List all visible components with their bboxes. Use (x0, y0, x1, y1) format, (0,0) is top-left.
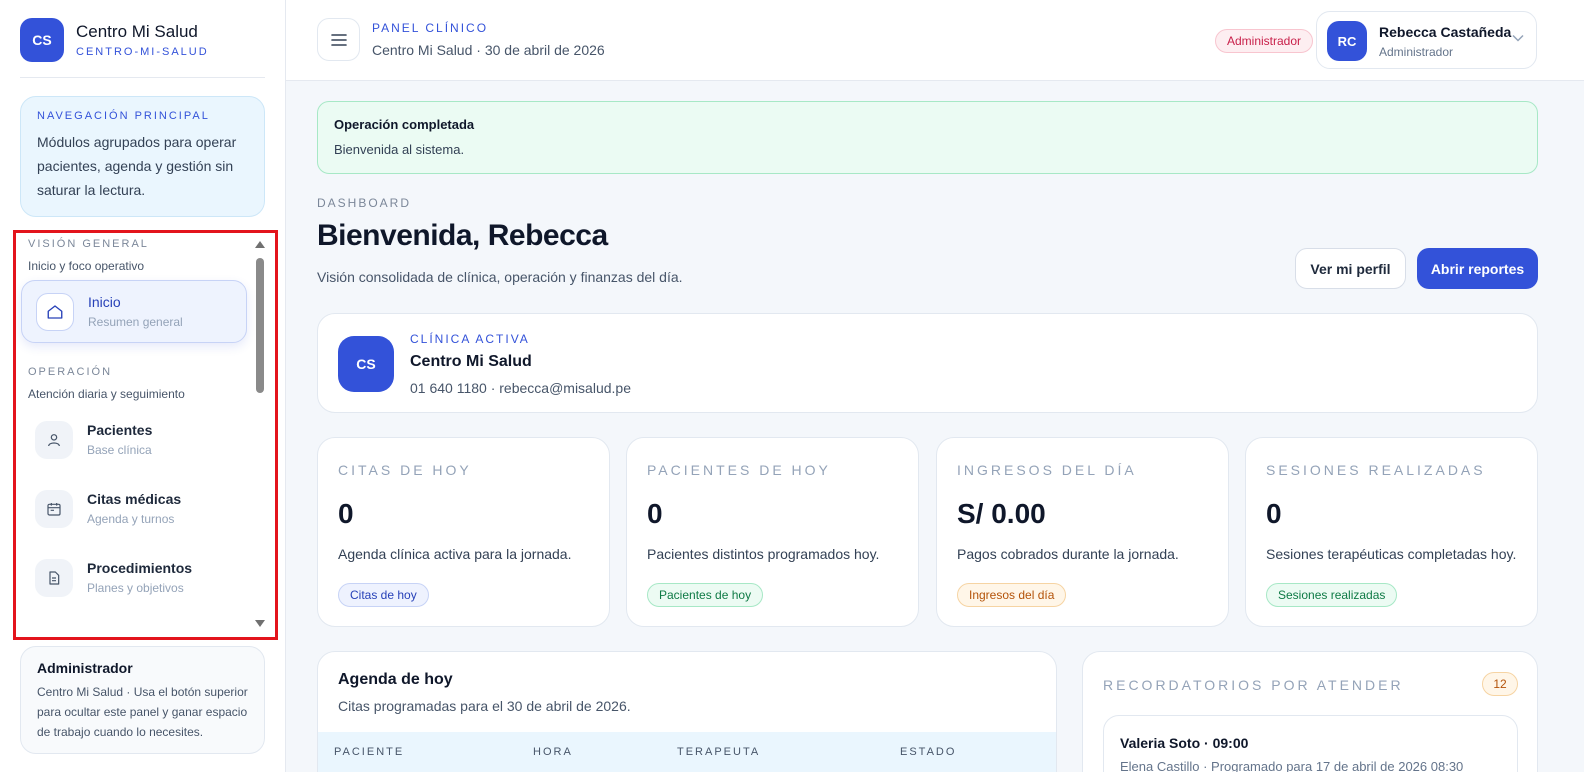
sidebar-item-sublabel: Resumen general (88, 315, 183, 329)
calendar-icon (35, 489, 73, 528)
clinic-name: Centro Mi Salud (410, 353, 532, 370)
admin-card-text: Centro Mi Salud · Usa el botón superior … (37, 685, 248, 739)
page-subtitle: Visión consolidada de clínica, operación… (317, 269, 683, 285)
column-header: HORA (533, 746, 573, 758)
stat-description: Pagos cobrados durante la jornada. (957, 546, 1179, 562)
active-clinic-card: CS CLÍNICA ACTIVA Centro Mi Salud 01 640… (317, 313, 1538, 413)
stat-value: 0 (338, 498, 354, 529)
stat-label: PACIENTES DE HOY (647, 462, 831, 478)
stat-card-citas: CITAS DE HOY 0 Agenda clínica activa par… (317, 437, 610, 627)
stat-card-pacientes: PACIENTES DE HOY 0 Pacientes distintos p… (626, 437, 919, 627)
sidebar-item-sublabel: Planes y objetivos (87, 581, 184, 595)
sidebar-item-label: Inicio (88, 294, 121, 310)
sidebar-item-next[interactable] (21, 625, 247, 641)
nav-scrollbar[interactable] (255, 239, 265, 629)
agenda-subtitle: Citas programadas para el 30 de abril de… (338, 698, 631, 714)
stat-description: Agenda clínica activa para la jornada. (338, 546, 572, 562)
nav-section-subtitle: Inicio y foco operativo (28, 259, 145, 273)
reminders-card: RECORDATORIOS POR ATENDER 12 Valeria Sot… (1082, 651, 1538, 772)
column-header: PACIENTE (334, 746, 405, 758)
clinic-contact: 01 640 1180 · rebecca@misalud.pe (410, 380, 631, 396)
role-badge: Administrador (1215, 29, 1314, 53)
document-icon (35, 558, 73, 597)
nav-info-title: NAVEGACIÓN PRINCIPAL (37, 110, 210, 122)
sidebar-item-sublabel: Base clínica (87, 443, 152, 457)
stat-card-ingresos: INGRESOS DEL DÍA S/ 0.00 Pagos cobrados … (936, 437, 1229, 627)
nav-info-text: Módulos agrupados para operar pacientes,… (37, 134, 237, 198)
sidebar-item-label: Pacientes (87, 422, 153, 438)
stat-card-sesiones: SESIONES REALIZADAS 0 Sesiones terapéuti… (1245, 437, 1538, 627)
open-reports-button[interactable]: Abrir reportes (1417, 248, 1538, 289)
user-role: Administrador (1379, 45, 1454, 59)
stat-label: INGRESOS DEL DÍA (957, 462, 1137, 478)
reminder-title: Valeria Soto · 09:00 (1120, 735, 1249, 751)
reminders-count-badge: 12 (1482, 672, 1518, 696)
sidebar-item-procedimientos[interactable]: Procedimientos Planes y objetivos (21, 546, 247, 609)
divider (20, 77, 265, 78)
page-title: Bienvenida, Rebecca (317, 219, 608, 252)
home-icon (36, 292, 74, 331)
reminders-title: RECORDATORIOS POR ATENDER (1103, 677, 1404, 693)
agenda-title: Agenda de hoy (338, 671, 453, 688)
chevron-down-icon (1512, 34, 1524, 42)
brand-name: Centro Mi Salud (76, 22, 198, 41)
sidebar-item-pacientes[interactable]: Pacientes Base clínica (21, 408, 247, 471)
menu-toggle-button[interactable] (317, 18, 360, 61)
sidebar-item-inicio[interactable]: Inicio Resumen general (21, 280, 247, 343)
stat-chip: Ingresos del día (957, 583, 1067, 607)
column-header: ESTADO (900, 746, 957, 758)
alert-title: Operación completada (334, 117, 475, 132)
user-name: Rebecca Castañeda (1379, 24, 1512, 40)
nav-icon (35, 638, 73, 641)
avatar: RC (1327, 21, 1367, 61)
stat-chip: Pacientes de hoy (647, 583, 764, 607)
view-profile-button[interactable]: Ver mi perfil (1295, 248, 1406, 289)
sidebar-item-label: Procedimientos (87, 560, 193, 576)
stat-label: SESIONES REALIZADAS (1266, 462, 1486, 478)
stat-value: 0 (647, 498, 663, 529)
success-alert: Operación completada Bienvenida al siste… (317, 101, 1538, 174)
admin-card-title: Administrador (37, 660, 133, 676)
stat-description: Sesiones terapéuticas completadas hoy. (1266, 546, 1517, 562)
nav-section-title: OPERACIÓN (28, 366, 113, 378)
header-title: Centro Mi Salud · 30 de abril de 2026 (372, 42, 605, 58)
clinic-eyebrow: CLÍNICA ACTIVA (410, 332, 530, 346)
clinic-logo: CS (338, 336, 394, 392)
scroll-down-arrow-icon[interactable] (255, 620, 265, 627)
nav-section-title: VISIÓN GENERAL (28, 238, 149, 250)
sidebar-item-sublabel: Agenda y turnos (87, 512, 175, 526)
alert-text: Bienvenida al sistema. (334, 142, 465, 157)
nav-info-card: NAVEGACIÓN PRINCIPAL Módulos agrupados p… (20, 96, 265, 217)
nav-section-subtitle: Atención diaria y seguimiento (28, 387, 185, 401)
stat-value: S/ 0.00 (957, 498, 1046, 529)
stat-chip: Sesiones realizadas (1266, 583, 1398, 607)
dashboard-eyebrow: DASHBOARD (317, 196, 412, 210)
brand-logo: CS (20, 18, 64, 62)
user-icon (35, 420, 73, 459)
scroll-up-arrow-icon[interactable] (255, 241, 265, 248)
user-menu[interactable]: RC Rebecca Castañeda Administrador (1316, 11, 1537, 69)
reminder-text: Elena Castillo · Programado para 17 de a… (1120, 759, 1464, 772)
sidebar: CS Centro Mi Salud CENTRO-MI-SALUD NAVEG… (0, 0, 286, 772)
brand[interactable]: CS Centro Mi Salud CENTRO-MI-SALUD (20, 18, 209, 62)
nav-menu: VISIÓN GENERAL Inicio y foco operativo I… (13, 230, 278, 640)
top-header: PANEL CLÍNICO Centro Mi Salud · 30 de ab… (286, 0, 1584, 81)
sidebar-item-label: Citas médicas (87, 491, 182, 507)
admin-info-card: Administrador Centro Mi Salud · Usa el b… (20, 646, 265, 754)
stat-value: 0 (1266, 498, 1282, 529)
stat-label: CITAS DE HOY (338, 462, 472, 478)
stat-chip: Citas de hoy (338, 583, 429, 607)
reminder-item[interactable]: Valeria Soto · 09:00 Elena Castillo · Pr… (1103, 715, 1518, 772)
header-eyebrow: PANEL CLÍNICO (372, 21, 489, 35)
agenda-table-header: PACIENTE HORA TERAPEUTA ESTADO (318, 732, 1056, 772)
column-header: TERAPEUTA (677, 746, 761, 758)
brand-slug: CENTRO-MI-SALUD (76, 46, 209, 58)
scroll-thumb[interactable] (256, 258, 264, 393)
hamburger-icon (330, 33, 347, 46)
sidebar-item-citas[interactable]: Citas médicas Agenda y turnos (21, 477, 247, 540)
agenda-card: Agenda de hoy Citas programadas para el … (317, 651, 1057, 772)
stat-description: Pacientes distintos programados hoy. (647, 546, 880, 562)
